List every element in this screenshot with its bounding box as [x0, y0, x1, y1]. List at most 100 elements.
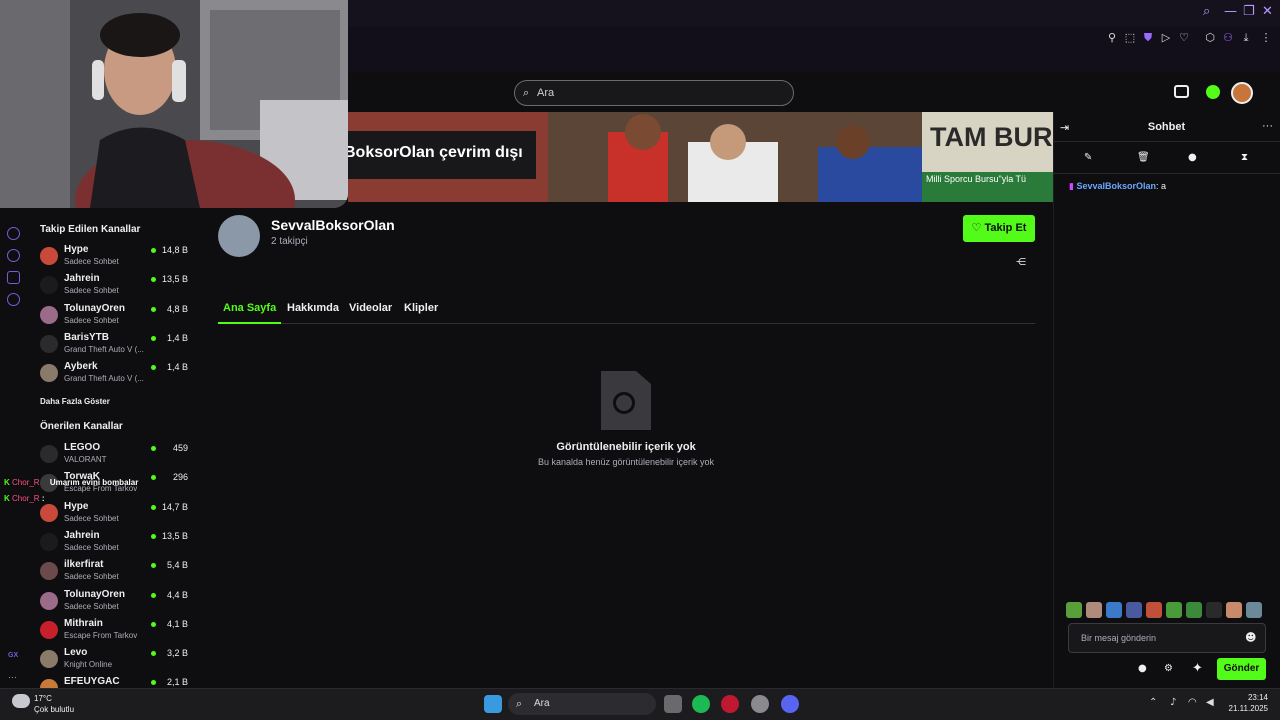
close-icon[interactable]: ✕	[1262, 4, 1273, 19]
tab-clips[interactable]: Klipler	[404, 302, 438, 314]
sidebar-channel[interactable]: Mithrain Escape From Tarkov 4,1 B	[38, 618, 198, 646]
live-dot-icon	[151, 651, 156, 657]
chat-settings-icon[interactable]: ⚙	[1164, 663, 1173, 674]
shield-icon[interactable]: ⛊	[1141, 31, 1155, 45]
channel-avatar[interactable]	[218, 215, 260, 257]
minimize-icon[interactable]: —	[1224, 4, 1237, 19]
offline-label: BoksorOlan çevrim dışı	[338, 131, 536, 179]
emote-icon[interactable]	[1226, 602, 1242, 618]
sidebar-channel[interactable]: Jahrein Sadece Sohbet 13,5 B	[38, 530, 198, 558]
profile-icon[interactable]: ⚇	[1221, 31, 1235, 45]
viewer-count: 1,4 B	[166, 332, 188, 343]
channel-avatar	[40, 364, 58, 383]
chat-more-icon[interactable]: ···	[1262, 120, 1273, 132]
kick-coin-icon[interactable]	[1206, 85, 1220, 99]
sidebar-channel[interactable]: ilkerfirat Sadece Sohbet 5,4 B	[38, 559, 198, 587]
channel-name: SevvalBoksorOlan	[271, 217, 395, 233]
steam-icon[interactable]	[751, 695, 769, 713]
live-dot-icon	[151, 592, 156, 598]
gx-label[interactable]: GX	[8, 652, 18, 659]
channel-avatar	[40, 620, 58, 639]
overlay-message: :	[41, 494, 45, 503]
menu-icon[interactable]: ⋮	[1259, 31, 1273, 45]
rail-more-icon[interactable]: ···	[8, 672, 17, 682]
emote-icon[interactable]	[1106, 602, 1122, 618]
follow-button[interactable]: ♡ Takip Et	[963, 215, 1035, 242]
weather-temp[interactable]: 17°C	[34, 694, 52, 703]
emote-icon[interactable]	[1246, 602, 1262, 618]
windows-start-icon[interactable]	[484, 695, 502, 713]
share-icon[interactable]: ⋲	[1016, 257, 1026, 268]
puzzle-icon[interactable]: ⬡	[1203, 31, 1217, 45]
search-input[interactable]: ⌕ Ara	[514, 80, 794, 106]
show-more-link[interactable]: Daha Fazla Göster	[40, 397, 110, 406]
channel-category: Sadece Sohbet	[64, 542, 119, 552]
chat-input[interactable]: Bir mesaj gönderin ☻	[1068, 623, 1266, 653]
microphone-icon[interactable]: ♪	[1170, 697, 1176, 708]
sidebar-channel[interactable]: TolunayOren Sadece Sohbet 4,4 B	[38, 589, 198, 617]
emote-icon[interactable]	[1186, 602, 1202, 618]
channel-category: Grand Theft Auto V (...	[64, 344, 144, 354]
emote-icon[interactable]	[1166, 602, 1182, 618]
rail-box-icon[interactable]	[7, 271, 20, 284]
rail-add-icon[interactable]	[7, 227, 20, 240]
pin-message-icon[interactable]: ✎	[1084, 152, 1092, 163]
creator-dashboard-icon[interactable]	[1174, 85, 1189, 98]
live-dot-icon	[151, 306, 156, 312]
sidebar-channel[interactable]: BarisYTB Grand Theft Auto V (... 1,4 B	[38, 332, 198, 360]
live-dot-icon	[151, 533, 156, 539]
download-icon[interactable]: ⤓	[1239, 31, 1253, 45]
chat-username[interactable]: SevvalBoksorOlan	[1076, 181, 1156, 191]
follower-count: 2 takipçi	[271, 236, 308, 247]
sidebar-channel[interactable]: Ayberk Grand Theft Auto V (... 1,4 B	[38, 361, 198, 389]
weather-desc[interactable]: Çok bulutlu	[34, 705, 74, 714]
spotify-icon[interactable]	[692, 695, 710, 713]
hourglass-icon[interactable]: ⧗	[1241, 152, 1248, 163]
trash-icon[interactable]: 🗑	[1137, 152, 1150, 163]
kick-icon: K	[4, 494, 10, 503]
channel-avatar	[40, 650, 58, 669]
chat-bubble-icon[interactable]: ●	[1188, 152, 1197, 163]
emote-icon[interactable]	[1066, 602, 1082, 618]
play-icon[interactable]: ▷	[1159, 31, 1173, 45]
emote-icon[interactable]	[1126, 602, 1142, 618]
browser-search-icon[interactable]: ⌕	[1203, 4, 1210, 19]
send-button[interactable]: Gönder	[1217, 658, 1266, 680]
tray-chevron-icon[interactable]: ⌃	[1149, 697, 1157, 708]
heart-icon[interactable]: ♡	[1177, 31, 1191, 45]
restore-icon[interactable]: ❐	[1243, 4, 1255, 19]
chat-gift-icon[interactable]: ✦	[1192, 661, 1203, 676]
user-avatar[interactable]	[1231, 82, 1253, 104]
weather-icon[interactable]	[12, 694, 30, 708]
sidebar-channel[interactable]: Hype Sadece Sohbet 14,7 B	[38, 501, 198, 529]
rail-history-icon[interactable]	[7, 249, 20, 262]
tab-about[interactable]: Hakkımda	[287, 302, 339, 314]
heart-icon: ♡	[971, 222, 985, 234]
wifi-icon[interactable]: ◠	[1188, 697, 1197, 708]
sidebar-channel[interactable]: Levo Knight Online 3,2 B	[38, 647, 198, 675]
emoji-icon[interactable]: ☻	[1245, 631, 1256, 644]
taskbar-search[interactable]: ⌕ Ara	[508, 693, 656, 715]
sidebar-channel[interactable]: Hype Sadece Sohbet 14,8 B	[38, 244, 198, 272]
rail-settings-icon[interactable]	[7, 293, 20, 306]
tab-home[interactable]: Ana Sayfa	[223, 302, 276, 314]
pin-icon[interactable]: ⚲	[1105, 31, 1119, 45]
clock-date[interactable]: 21.11.2025	[1222, 704, 1268, 713]
channel-name: BarisYTB	[64, 331, 110, 343]
emote-icon[interactable]	[1086, 602, 1102, 618]
discord-icon[interactable]	[781, 695, 799, 713]
chat-rules-icon[interactable]: ●	[1138, 663, 1147, 674]
viewer-count: 14,8 B	[161, 245, 188, 255]
emote-icon[interactable]	[1206, 602, 1222, 618]
search-placeholder: Ara	[537, 87, 555, 99]
volume-icon[interactable]: ◀	[1206, 697, 1214, 708]
emote-icon[interactable]	[1146, 602, 1162, 618]
task-view-icon[interactable]	[664, 695, 682, 713]
tab-videos[interactable]: Videolar	[349, 302, 392, 314]
sidebar-channel[interactable]: Jahrein Sadece Sohbet 13,5 B	[38, 273, 198, 301]
opera-gx-icon[interactable]	[721, 695, 739, 713]
sidebar-channel[interactable]: TolunayOren Sadece Sohbet 4,8 B	[38, 303, 198, 331]
channel-name: Hype	[64, 500, 89, 512]
screenshot-icon[interactable]: ⬚	[1123, 31, 1137, 45]
clock-time[interactable]: 23:14	[1230, 693, 1268, 702]
